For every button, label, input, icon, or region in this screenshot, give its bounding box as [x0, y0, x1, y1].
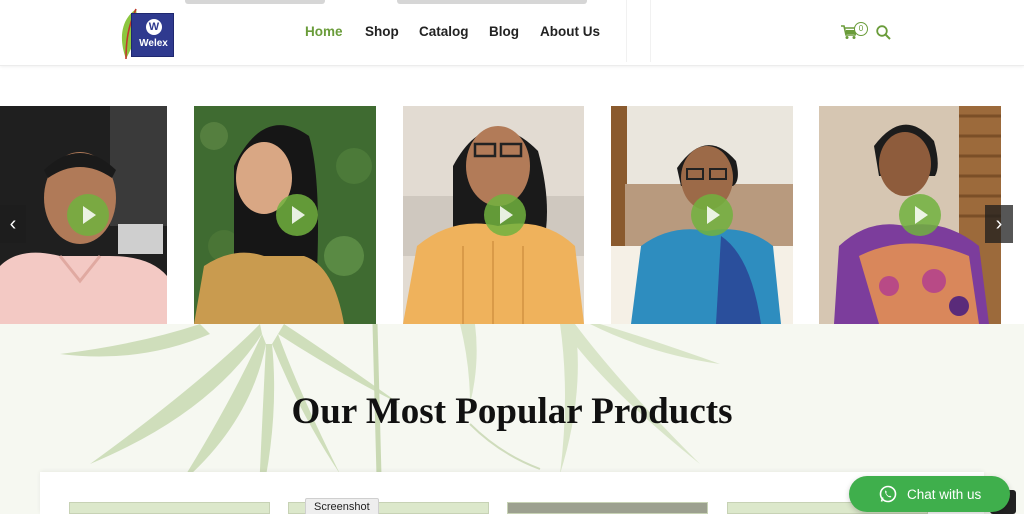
logo-word: Welex [139, 38, 168, 49]
video-card[interactable] [819, 106, 1001, 324]
nav-blog[interactable]: Blog [489, 24, 519, 39]
product-card[interactable] [69, 502, 270, 514]
section-title: Our Most Popular Products [291, 391, 733, 432]
logo-letter: W [146, 19, 162, 35]
play-icon[interactable] [899, 194, 941, 236]
chat-with-us-button[interactable]: Chat with us [849, 476, 1010, 512]
site-header: W Welex Home Shop Catalog Blog About Us … [0, 0, 1024, 66]
whatsapp-icon [879, 485, 897, 503]
nav-home[interactable]: Home [305, 24, 343, 39]
video-card[interactable] [403, 106, 584, 324]
product-card[interactable] [507, 502, 708, 514]
brand-logo[interactable]: W Welex [116, 7, 174, 61]
cart-count-badge: 0 [854, 22, 868, 36]
header-cutoff-text [397, 0, 587, 4]
video-card[interactable] [194, 106, 376, 324]
play-icon[interactable] [691, 194, 733, 236]
chat-label: Chat with us [907, 487, 982, 502]
nav-shop[interactable]: Shop [365, 24, 399, 39]
screenshot-tooltip: Screenshot [305, 498, 379, 514]
play-icon[interactable] [276, 194, 318, 236]
testimonial-video-carousel: ‹ › [0, 106, 1024, 324]
header-divider [650, 0, 651, 62]
search-icon[interactable] [876, 25, 891, 40]
logo-badge: W Welex [131, 13, 174, 57]
nav-about-us[interactable]: About Us [540, 24, 600, 39]
video-card[interactable] [611, 106, 793, 324]
play-icon[interactable] [67, 194, 109, 236]
header-cutoff-text [185, 0, 325, 4]
carousel-prev-button[interactable]: ‹ [0, 205, 26, 243]
play-icon[interactable] [484, 194, 526, 236]
carousel-next-button[interactable]: › [985, 205, 1013, 243]
nav-catalog[interactable]: Catalog [419, 24, 469, 39]
header-divider [626, 0, 627, 62]
